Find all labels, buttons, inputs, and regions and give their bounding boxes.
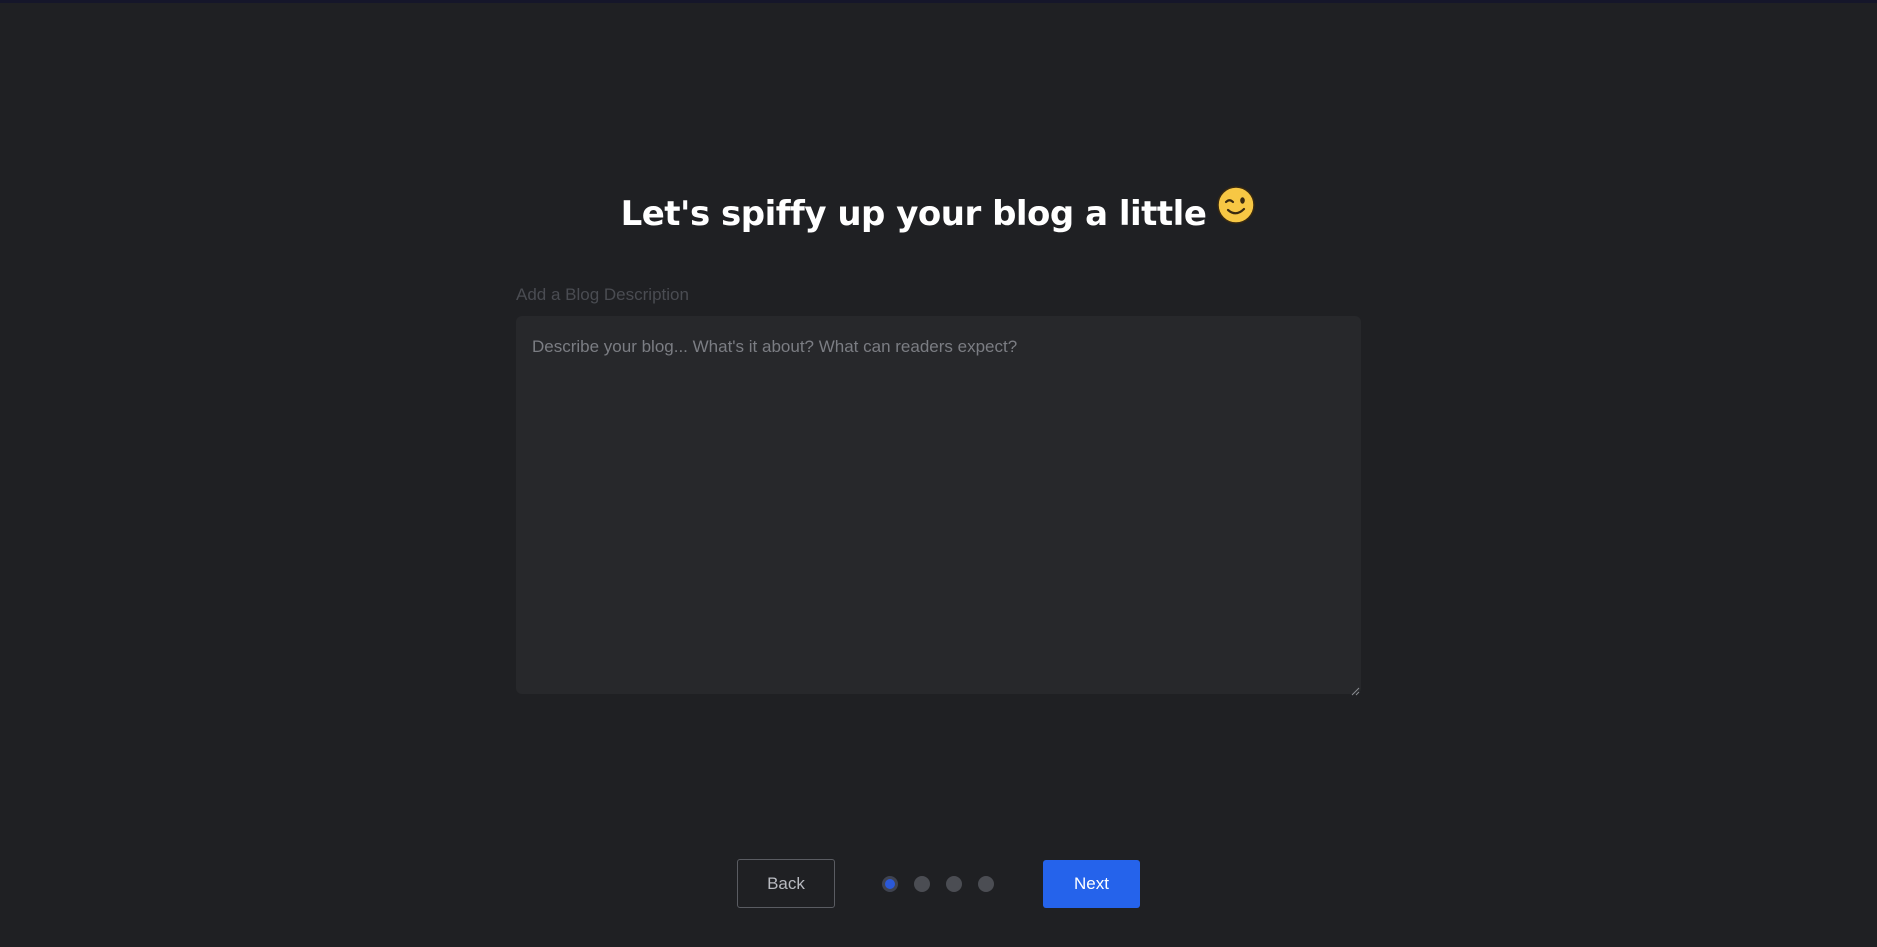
blog-description-textarea[interactable] xyxy=(516,316,1361,694)
step-dot-1[interactable] xyxy=(882,876,898,892)
step-dot-4[interactable] xyxy=(978,876,994,892)
step-dot-2[interactable] xyxy=(914,876,930,892)
page-title-text: Let's spiffy up your blog a little xyxy=(620,194,1207,234)
description-label: Add a Blog Description xyxy=(516,285,689,304)
onboarding-page: Let's spiffy up your blog a little Add a… xyxy=(0,0,1877,947)
next-button[interactable]: Next xyxy=(1043,860,1140,908)
winking-face-icon xyxy=(1216,185,1256,240)
top-border xyxy=(0,0,1877,3)
step-navigation: Back Next xyxy=(0,859,1877,909)
resize-handle-icon[interactable] xyxy=(1350,683,1360,696)
step-dot-3[interactable] xyxy=(946,876,962,892)
back-button[interactable]: Back xyxy=(737,859,835,908)
page-title: Let's spiffy up your blog a little xyxy=(0,185,1877,243)
